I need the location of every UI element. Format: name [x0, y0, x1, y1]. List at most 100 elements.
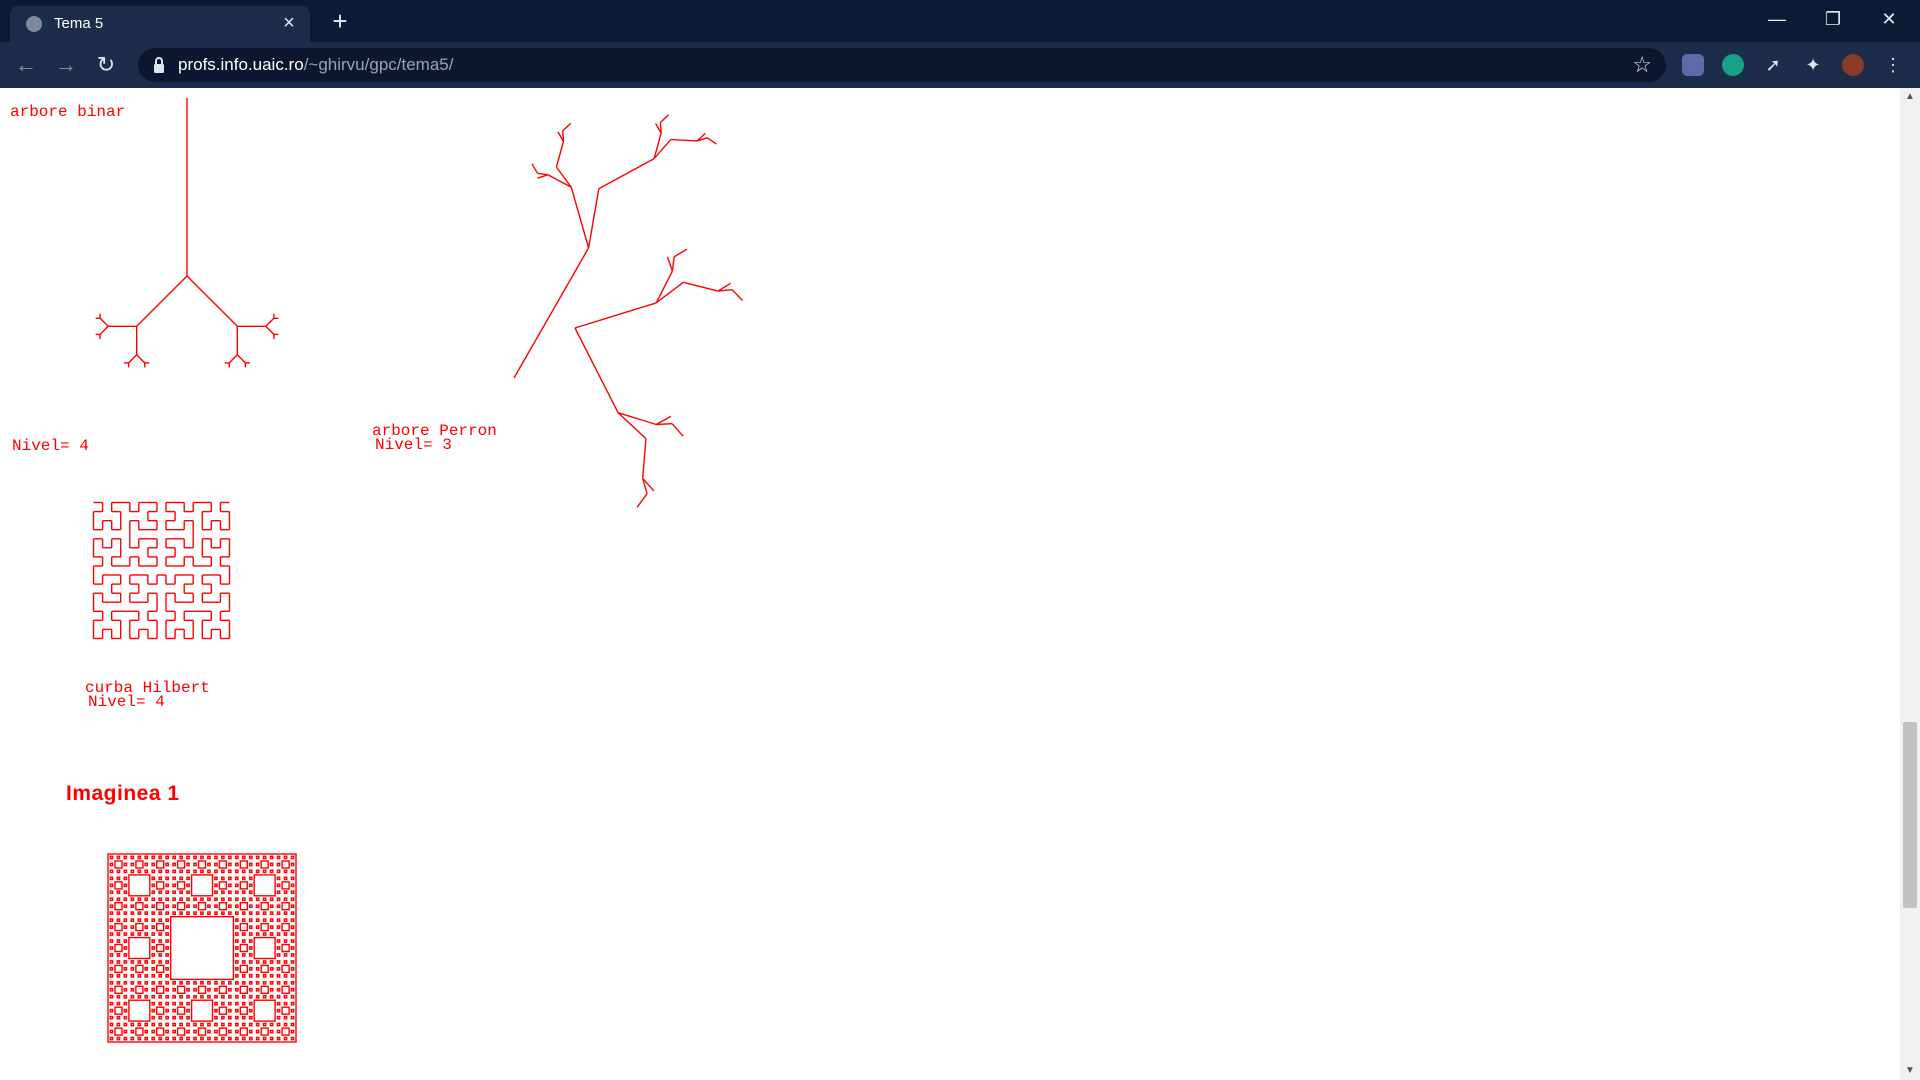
sierpinski-square	[193, 911, 197, 915]
sierpinski-square	[165, 925, 169, 929]
restore-icon[interactable]: ❐	[1808, 4, 1858, 34]
sierpinski-square	[218, 1006, 228, 1015]
browser-tab[interactable]: Tema 5 ×	[10, 6, 310, 42]
sierpinski-square	[130, 904, 135, 909]
sierpinski-square	[137, 855, 142, 860]
sierpinski-square	[179, 897, 183, 902]
sierpinski-square	[130, 918, 135, 922]
sierpinski-square	[207, 911, 211, 915]
arrow-right-icon[interactable]: →	[52, 51, 80, 79]
sierpinski-square	[283, 1022, 288, 1027]
address-bar[interactable]: profs.info.uaic.ro/~ghirvu/gpc/tema5/ ☆	[138, 48, 1666, 82]
star-icon[interactable]: ☆	[1632, 53, 1652, 77]
sierpinski-square	[281, 922, 290, 932]
vertical-scrollbar[interactable]: ▲ ▼	[1900, 88, 1920, 1080]
sierpinski-square	[165, 911, 169, 915]
sierpinski-square	[144, 1022, 149, 1027]
menu-dots-icon[interactable]: ⋮	[1882, 54, 1904, 76]
sierpinski-square	[262, 974, 267, 978]
sierpinski-square	[116, 974, 121, 978]
sierpinski-square	[172, 1001, 176, 1006]
sierpinski-square	[144, 1029, 149, 1034]
binary-tree-branch	[265, 325, 275, 335]
sierpinski-square	[186, 1036, 190, 1041]
sierpinski-square	[186, 883, 190, 888]
sierpinski-square	[255, 974, 260, 978]
sierpinski-square	[130, 1029, 135, 1034]
scroll-thumb[interactable]	[1903, 722, 1917, 908]
sierpinski-square	[214, 890, 218, 895]
arrow-left-icon[interactable]: ←	[12, 51, 40, 79]
sierpinski-square	[260, 964, 269, 974]
reload-icon[interactable]: ↻	[92, 51, 120, 79]
sierpinski-square	[151, 1015, 156, 1020]
sierpinski-square	[269, 960, 274, 964]
sierpinski-square	[135, 985, 144, 994]
sierpinski-square	[248, 1022, 253, 1027]
sierpinski-square	[165, 981, 169, 985]
perron-tree-branch	[547, 174, 572, 188]
sierpinski-square	[290, 855, 295, 860]
sierpinski-square	[123, 987, 128, 992]
sierpinski-square	[151, 911, 156, 915]
sierpinski-square	[176, 860, 186, 869]
sierpinski-square	[241, 897, 246, 902]
sierpinski-square	[248, 1001, 253, 1006]
scroll-down-arrow-icon[interactable]: ▼	[1900, 1062, 1920, 1080]
extension-icon[interactable]	[1682, 54, 1704, 76]
sierpinski-square	[281, 860, 290, 869]
extension-arrow-icon[interactable]: ➚	[1762, 54, 1784, 76]
sierpinski-square	[290, 883, 295, 888]
sierpinski-square	[290, 960, 295, 964]
sierpinski-square	[248, 883, 253, 888]
sierpinski-square	[234, 911, 239, 915]
sierpinski-square	[276, 904, 281, 909]
sierpinski-square	[186, 994, 190, 999]
sierpinski-square	[283, 855, 288, 860]
puzzle-icon[interactable]: ✦	[1802, 54, 1824, 76]
sierpinski-square	[197, 902, 207, 911]
sierpinski-square	[283, 932, 288, 936]
sierpinski-square	[130, 869, 135, 874]
sierpinski-square	[155, 1027, 165, 1036]
perron-tree-branch	[642, 438, 647, 479]
sierpinski-square	[165, 862, 169, 867]
plus-icon[interactable]: +	[326, 8, 354, 36]
minimize-icon[interactable]: —	[1752, 4, 1802, 34]
sierpinski-square	[116, 981, 121, 985]
sierpinski-square	[276, 1015, 281, 1020]
sierpinski-square	[114, 964, 123, 974]
sierpinski-square	[220, 855, 225, 860]
sierpinski-square	[123, 939, 128, 943]
sierpinski-square	[200, 994, 204, 999]
sierpinski-square	[109, 939, 114, 943]
sierpinski-square	[220, 890, 225, 895]
perron-tree-drawing	[513, 114, 744, 508]
sierpinski-square	[248, 925, 253, 929]
sierpinski-square	[144, 987, 149, 992]
window-close-icon[interactable]: ✕	[1864, 4, 1914, 34]
sierpinski-square	[227, 1015, 232, 1020]
sierpinski-square	[130, 897, 135, 902]
sierpinski-square	[276, 890, 281, 895]
sierpinski-square	[276, 981, 281, 985]
sierpinski-square	[227, 981, 232, 985]
sierpinski-square	[234, 981, 239, 985]
sierpinski-square	[151, 967, 156, 971]
sierpinski-square	[176, 902, 186, 911]
sierpinski-square	[218, 860, 228, 869]
sierpinski-square	[234, 994, 239, 999]
sierpinski-square	[227, 862, 232, 867]
close-icon[interactable]: ×	[278, 12, 300, 34]
sierpinski-square	[114, 881, 123, 890]
perron-tree-branch	[670, 138, 698, 142]
sierpinski-square	[234, 904, 239, 909]
avatar[interactable]	[1842, 54, 1864, 76]
sierpinski-square	[255, 1022, 260, 1027]
sierpinski-square	[144, 981, 149, 985]
sierpinski-square	[227, 987, 232, 992]
sierpinski-square	[283, 1036, 288, 1041]
scroll-up-arrow-icon[interactable]: ▲	[1900, 88, 1920, 106]
shield-icon[interactable]	[1722, 54, 1744, 76]
sierpinski-square	[200, 897, 204, 902]
